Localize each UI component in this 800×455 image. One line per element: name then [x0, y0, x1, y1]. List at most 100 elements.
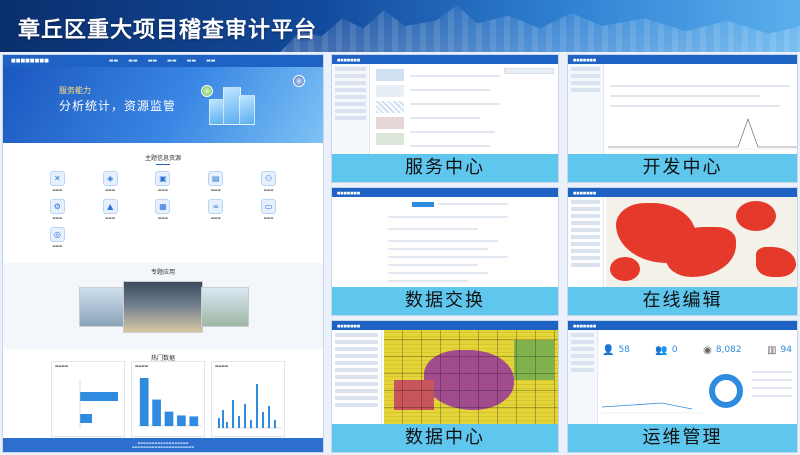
hot-data-card[interactable]: ▬▬▬▬: [211, 361, 285, 437]
thumbnail-column: [376, 69, 404, 153]
hbar: [80, 414, 92, 423]
panel-caption: 开发中心: [568, 154, 797, 182]
bar: [189, 416, 199, 426]
image-icon: ▣: [155, 171, 171, 186]
resource-tile[interactable]: ▣ ▬▬▬: [137, 171, 190, 192]
panel-data-center[interactable]: ■■■■■■■ 数据中心: [331, 320, 559, 453]
table-icon: ▦: [155, 199, 171, 214]
stat-cards: 👤 58 👥 0 ◉ 8,082 ▥ 94: [602, 341, 792, 359]
panel-header: ■■■■■■■: [332, 321, 558, 330]
panel-dev-center[interactable]: ■■■■■■■ 开发中心: [567, 54, 798, 183]
panel-service-center[interactable]: ■■■■■■■ 服务中心: [331, 54, 559, 183]
hero-slogan-1: 服务能力: [59, 86, 91, 95]
special-apps-band: 专题应用: [3, 263, 323, 349]
bar-chart: [138, 378, 202, 427]
bar: [139, 378, 149, 426]
gear-icon: ⚙: [49, 199, 65, 214]
resource-tile[interactable]: ◈ ▬▬▬: [84, 171, 137, 192]
resource-tile[interactable]: ∞ ▬▬▬: [189, 199, 242, 220]
panel-sidebar: [568, 197, 604, 287]
tab-active[interactable]: [412, 202, 434, 207]
users-icon: 👥: [655, 344, 668, 356]
resource-tile[interactable]: ▦ ▬▬▬: [137, 199, 190, 220]
nav-item[interactable]: ▬▬: [187, 58, 196, 64]
building-photo[interactable]: [79, 287, 125, 327]
resource-tile[interactable]: ◎ ▬▬▬: [31, 227, 84, 248]
portal-logo: ■■■■■■■■: [11, 58, 49, 64]
resource-icon-grid: ✕ ▬▬▬ ◈ ▬▬▬ ▣ ▬▬▬ ▤ ▬▬▬ ⚇ ▬▬▬ ⚙ ▬▬▬ ▲ ▬▬▬ ▦ ▬▬▬ …: [3, 165, 323, 248]
panel-caption: 运维管理: [568, 424, 797, 452]
eye-icon: ◉: [703, 344, 712, 356]
chart-icon: ▲: [102, 199, 118, 214]
special-apps-carousel[interactable]: [79, 281, 249, 333]
globe-icon: ◎: [49, 227, 65, 242]
link-icon: ∞: [208, 199, 224, 214]
panel-online-edit[interactable]: ■■■■■■■ 在线编辑: [567, 187, 798, 316]
panel-header: ■■■■■■■: [332, 188, 558, 197]
monitor-icon: ▭: [261, 199, 277, 214]
land-use-map[interactable]: [384, 330, 558, 424]
nav-item[interactable]: ▬▬: [167, 58, 176, 64]
stat-value: 94: [780, 345, 792, 355]
search-input[interactable]: [504, 68, 554, 74]
panel-ops-management[interactable]: ■■■■■■■ 👤 58 👥 0 ◉ 8,082 ▥ 94 运维管理: [567, 320, 798, 453]
stat-card[interactable]: 👥 0: [655, 341, 677, 359]
hero-orb-icon: [201, 85, 213, 97]
chart-icon: ▥: [767, 344, 777, 356]
nav-item[interactable]: ▬▬: [128, 58, 137, 64]
panel-header: ■■■■■■■: [332, 55, 558, 64]
resource-tile[interactable]: ▤ ▬▬▬: [189, 171, 242, 192]
nav-item[interactable]: ▬▬: [148, 58, 157, 64]
stat-value: 58: [618, 345, 630, 355]
panel-header: ■■■■■■■: [568, 321, 797, 330]
portal-hero: 服务能力 分析统计，资源监管: [3, 67, 323, 143]
panel-header: ■■■■■■■: [568, 55, 797, 64]
resource-tile[interactable]: ▲ ▬▬▬: [84, 199, 137, 220]
panel-caption: 服务中心: [332, 154, 558, 182]
donut-chart: [709, 374, 743, 408]
hbar: [80, 392, 118, 401]
panel-sidebar: [332, 64, 370, 154]
bar: [164, 411, 174, 426]
panel-caption: 数据中心: [332, 424, 558, 452]
panel-sidebar: [332, 330, 382, 424]
portal-footer: ▬▬▬▬▬▬▬▬▬▬▬▬▬▬▬▬▬▬ ▬▬▬▬▬▬▬▬▬▬▬▬▬▬▬▬▬▬▬▬▬▬: [3, 438, 323, 452]
stat-value: 0: [671, 345, 678, 355]
building-photo[interactable]: [123, 281, 203, 333]
nav-item[interactable]: ▬▬: [206, 58, 215, 64]
platform-title: 章丘区重大项目稽查审计平台: [18, 18, 318, 43]
panel-sidebar: [568, 330, 598, 424]
spike-chart: [216, 384, 282, 429]
shield-icon: ◈: [102, 171, 118, 186]
portal-navbar: ■■■■■■■■ ▬▬ ▬▬ ▬▬ ▬▬ ▬▬ ▬▬: [3, 55, 323, 67]
panel-header: ■■■■■■■: [568, 188, 797, 197]
area-chart: [602, 402, 702, 414]
hero-slogan-2: 分析统计，资源监管: [59, 99, 177, 113]
resource-tile[interactable]: ▭ ▬▬▬: [242, 199, 295, 220]
portal-screenshot: ■■■■■■■■ ▬▬ ▬▬ ▬▬ ▬▬ ▬▬ ▬▬ 服务能力 分析统计，资源监…: [2, 54, 324, 453]
nav-item[interactable]: ▬▬: [109, 58, 118, 64]
stat-card[interactable]: 👤 58: [602, 341, 630, 359]
city-skyline-image: [280, 5, 800, 52]
hot-data-card[interactable]: ▬▬▬▬: [51, 361, 125, 437]
panel-sidebar: [568, 64, 604, 154]
edit-map[interactable]: [606, 197, 797, 287]
resource-tile[interactable]: ⚇ ▬▬▬: [242, 171, 295, 192]
resource-tile[interactable]: ✕ ▬▬▬: [31, 171, 84, 192]
line-chart: [608, 118, 797, 150]
resource-tile[interactable]: ⚙ ▬▬▬: [31, 199, 84, 220]
panel-caption: 在线编辑: [568, 287, 797, 315]
stat-card[interactable]: ▥ 94: [767, 341, 792, 359]
bar: [152, 399, 161, 426]
stat-card[interactable]: ◉ 8,082: [703, 341, 742, 359]
panel-caption: 数据交换: [332, 287, 558, 315]
bar: [177, 415, 186, 426]
document-icon: ▤: [208, 171, 224, 186]
hot-data-card[interactable]: ▬▬▬▬: [131, 361, 205, 437]
section-title-special: 专题应用: [150, 269, 175, 276]
panel-data-exchange[interactable]: ■■■■■■■ 数据交换: [331, 187, 559, 316]
mini-table: [752, 371, 792, 401]
hero-orb-icon: [293, 75, 305, 87]
building-photo[interactable]: [201, 287, 249, 327]
hot-data-cards: ▬▬▬▬ ▬▬▬▬ ▬▬▬▬: [51, 361, 285, 437]
